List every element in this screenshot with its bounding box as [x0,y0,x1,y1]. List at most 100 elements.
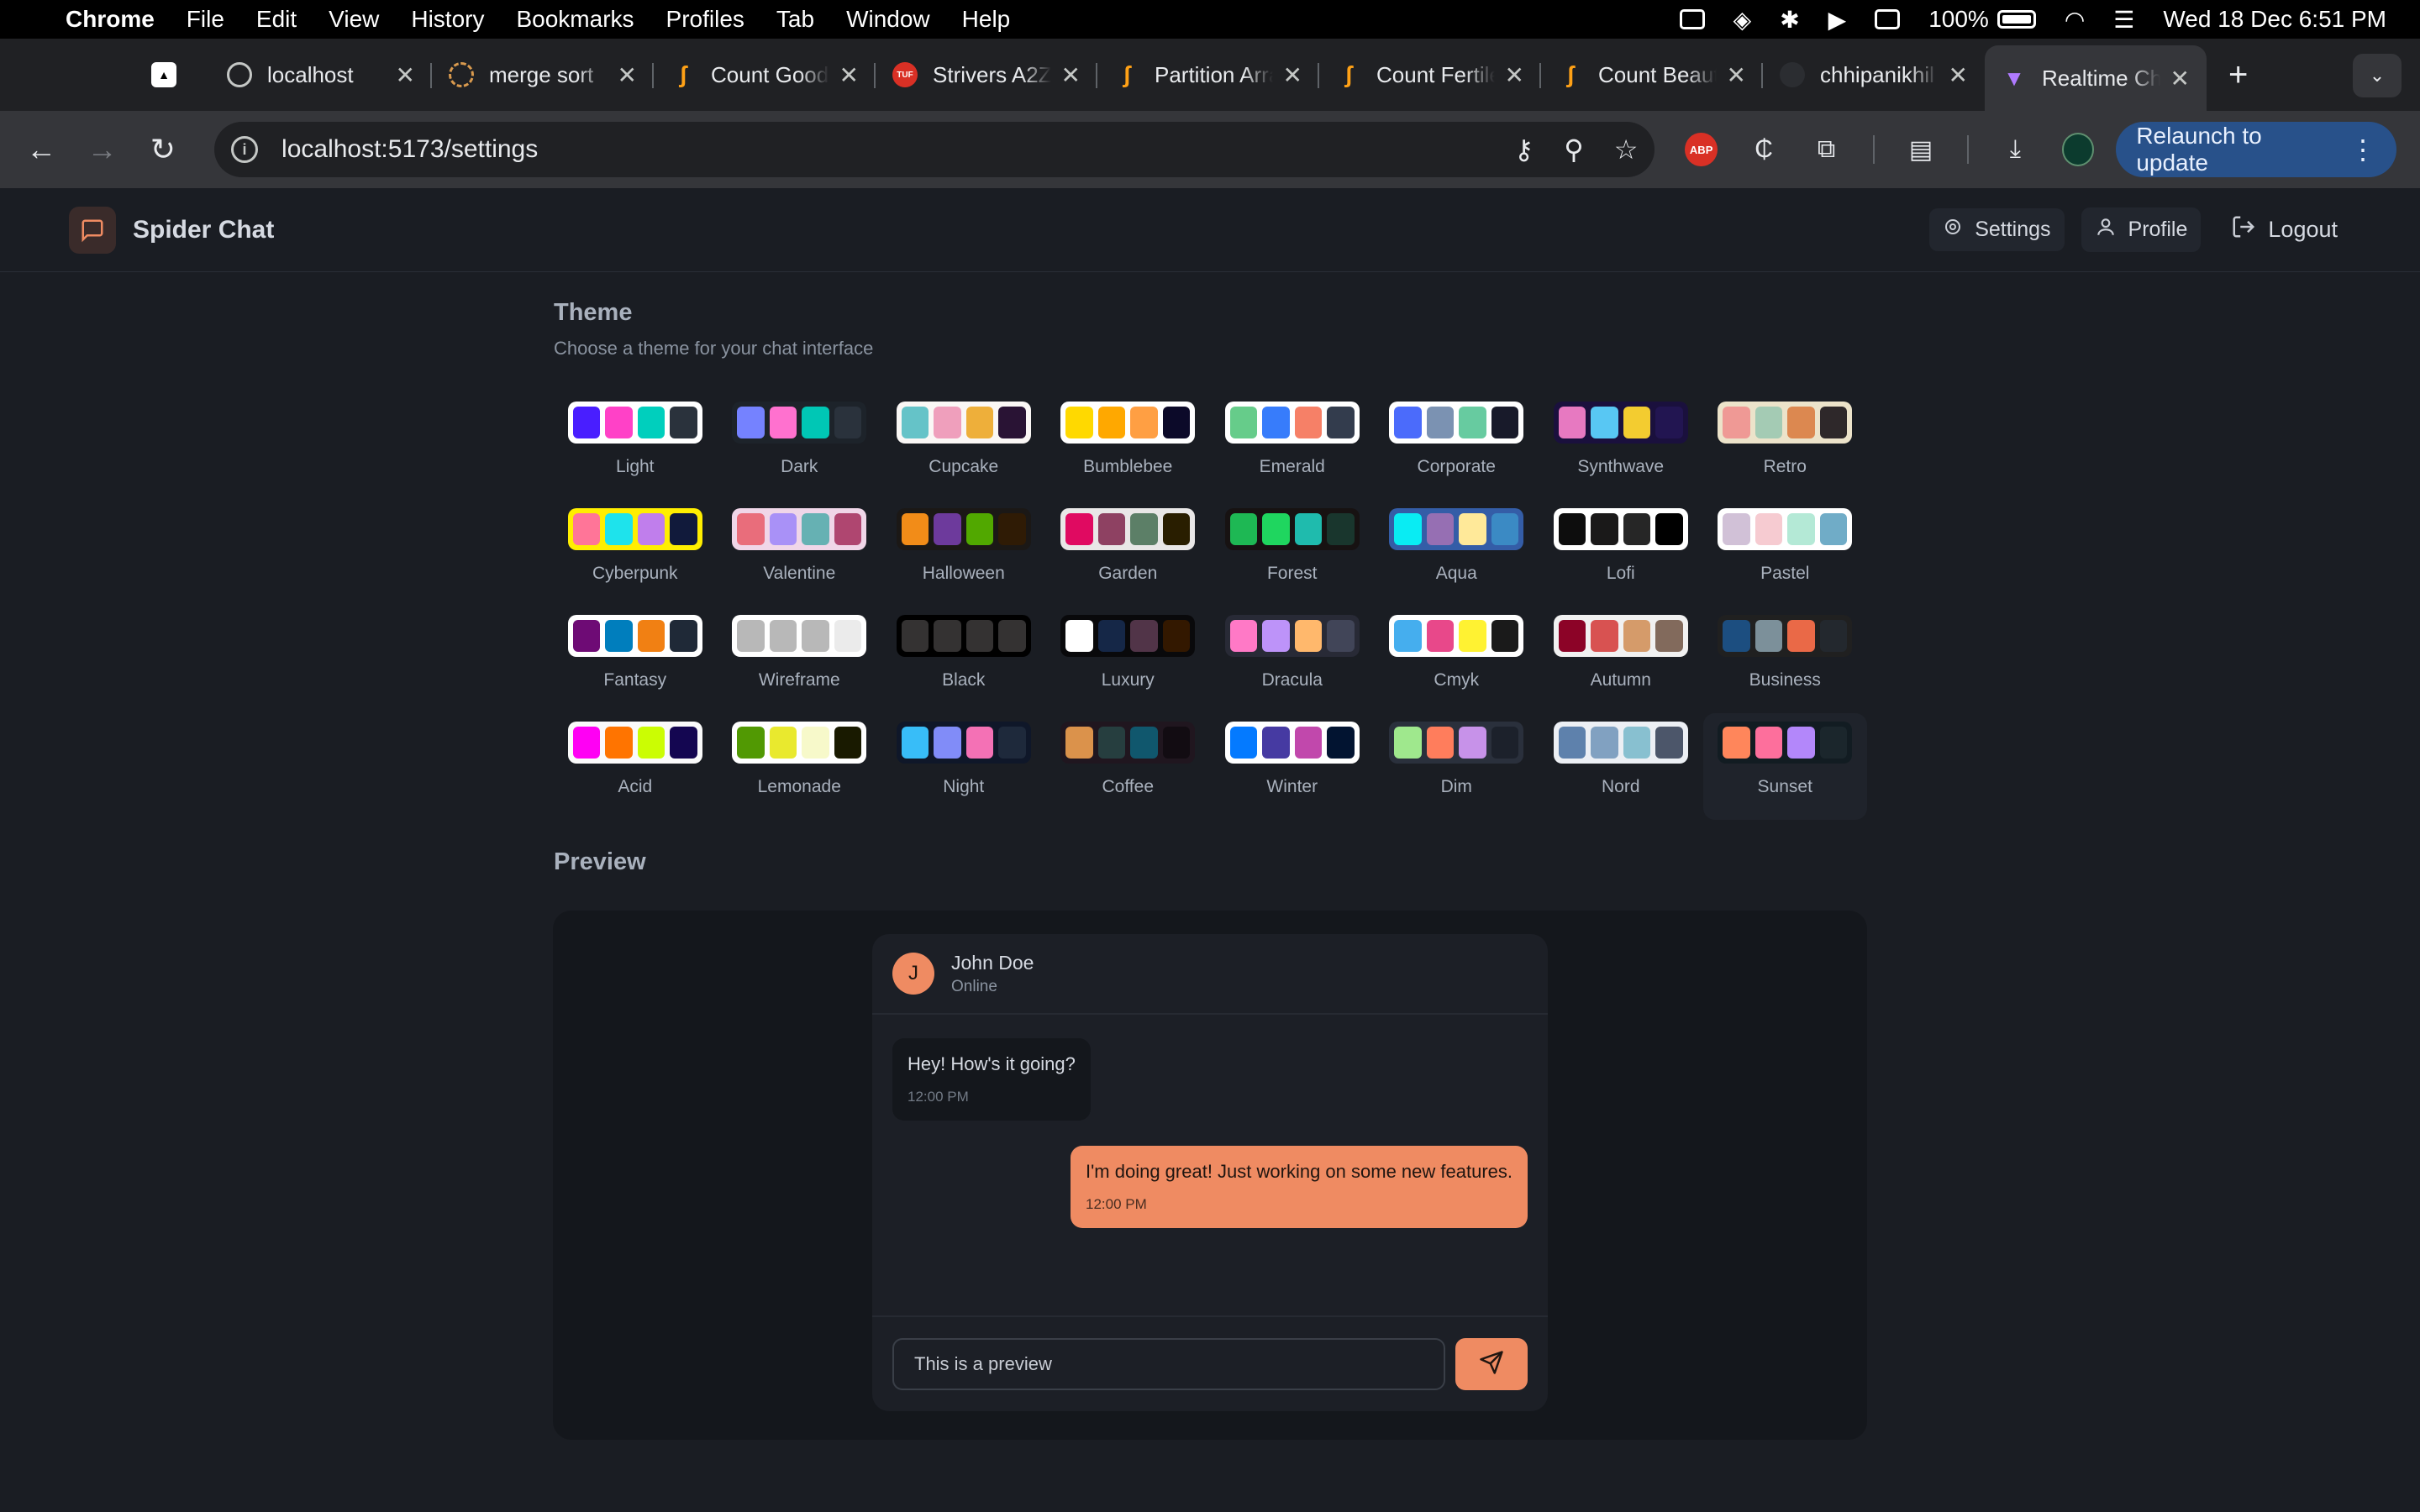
adblock-icon[interactable]: ABP [1685,133,1718,166]
layers-icon[interactable]: ◈ [1733,6,1752,34]
address-bar[interactable]: i localhost:5173/settings ⚷ ⚲ ☆ [214,122,1655,177]
theme-option-aqua[interactable]: Aqua [1375,500,1539,606]
theme-option-coffee[interactable]: Coffee [1046,713,1211,820]
theme-option-luxury[interactable]: Luxury [1046,606,1211,713]
menu-help[interactable]: Help [962,6,1011,33]
theme-option-halloween[interactable]: Halloween [881,500,1046,606]
theme-option-business[interactable]: Business [1703,606,1868,713]
browser-tab[interactable]: ʃ Partition Array ✕ [1097,45,1319,105]
screen-record-icon[interactable] [1679,9,1705,29]
tab-close-icon[interactable]: ✕ [618,61,637,89]
tab-search-icon[interactable]: ⌄ [2353,54,2402,97]
control-center-icon[interactable]: ☰ [2113,6,2134,34]
browser-tab-active[interactable]: ▼ Realtime Chat ✕ [1985,45,2207,111]
theme-option-cmyk[interactable]: Cmyk [1375,606,1539,713]
browser-tab[interactable]: ʃ Count Good ✕ [654,45,876,105]
theme-option-bumblebee[interactable]: Bumblebee [1046,393,1211,500]
relaunch-button[interactable]: Relaunch to update ⋮ [2116,122,2396,177]
extensions-puzzle-icon[interactable]: ⧉ [1810,133,1842,166]
password-key-icon[interactable]: ⚷ [1514,134,1534,165]
theme-option-cyberpunk[interactable]: Cyberpunk [553,500,718,606]
theme-option-dim[interactable]: Dim [1375,713,1539,820]
color-swatch [1459,407,1486,438]
theme-option-acid[interactable]: Acid [553,713,718,820]
tab-close-icon[interactable]: ✕ [396,61,415,89]
theme-option-pastel[interactable]: Pastel [1703,500,1868,606]
theme-option-valentine[interactable]: Valentine [718,500,882,606]
tab-close-icon[interactable]: ✕ [1949,61,1968,89]
extension-c-icon[interactable]: ₵ [1748,133,1780,166]
menu-view[interactable]: View [329,6,379,33]
menu-app-name[interactable]: Chrome [66,6,155,33]
theme-option-garden[interactable]: Garden [1046,500,1211,606]
address-url[interactable]: localhost:5173/settings [281,135,1484,164]
menu-bookmarks[interactable]: Bookmarks [516,6,634,33]
theme-option-forest[interactable]: Forest [1210,500,1375,606]
bluetooth-icon[interactable]: ✱ [1780,6,1799,34]
menu-profiles[interactable]: Profiles [666,6,744,33]
menu-window[interactable]: Window [846,6,930,33]
reading-list-icon[interactable]: ▤ [1905,133,1937,166]
profile-avatar[interactable] [2061,133,2095,166]
back-icon[interactable]: ← [24,131,59,168]
theme-option-retro[interactable]: Retro [1703,393,1868,500]
more-vert-icon[interactable]: ⋮ [2349,134,2376,165]
theme-option-dracula[interactable]: Dracula [1210,606,1375,713]
message-input[interactable]: This is a preview [892,1338,1446,1390]
logout-button[interactable]: Logout [2217,206,2351,254]
menu-tab[interactable]: Tab [776,6,814,33]
profile-button[interactable]: Profile [2081,207,2202,252]
theme-option-cupcake[interactable]: Cupcake [881,393,1046,500]
tab-close-icon[interactable]: ✕ [1727,61,1746,89]
theme-option-nord[interactable]: Nord [1539,713,1703,820]
menu-clock[interactable]: Wed 18 Dec 6:51 PM [2163,6,2386,33]
reload-icon[interactable]: ↻ [145,131,181,168]
theme-option-fantasy[interactable]: Fantasy [553,606,718,713]
browser-tab[interactable]: localhost ✕ [210,45,432,105]
theme-option-corporate[interactable]: Corporate [1375,393,1539,500]
app-title[interactable]: Spider Chat [133,216,274,244]
theme-option-lemonade[interactable]: Lemonade [718,713,882,820]
theme-swatch [1060,508,1196,550]
bookmark-star-icon[interactable]: ☆ [1614,134,1639,165]
menu-edit[interactable]: Edit [256,6,297,33]
theme-option-night[interactable]: Night [881,713,1046,820]
chat-logo-icon[interactable] [69,206,116,254]
tab-pinned[interactable]: ▲ [134,45,210,105]
tab-close-icon[interactable]: ✕ [1505,61,1524,89]
new-tab-icon[interactable]: + [2228,56,2248,94]
browser-tab[interactable]: ʃ Count Fertile ✕ [1319,45,1541,105]
theme-option-sunset[interactable]: Sunset [1702,713,1867,820]
browser-tab[interactable]: ʃ Count Beautiful ✕ [1541,45,1763,105]
browser-tab[interactable]: merge sort ✕ [432,45,654,105]
theme-option-black[interactable]: Black [881,606,1046,713]
theme-option-emerald[interactable]: Emerald [1210,393,1375,500]
color-swatch [1787,513,1815,545]
theme-option-winter[interactable]: Winter [1210,713,1375,820]
forward-icon[interactable]: → [84,131,119,168]
tab-close-icon[interactable]: ✕ [1061,61,1081,89]
theme-swatch [1224,615,1360,657]
display-icon[interactable] [1875,9,1901,29]
settings-button[interactable]: Settings [1929,208,2065,251]
send-button[interactable] [1455,1338,1528,1390]
zoom-icon[interactable]: ⚲ [1564,134,1583,165]
theme-option-dark[interactable]: Dark [718,393,882,500]
tab-close-icon[interactable]: ✕ [2170,65,2190,92]
browser-tab[interactable]: TUF Strivers A2Z ✕ [876,45,1097,105]
menu-history[interactable]: History [411,6,484,33]
play-icon[interactable]: ▶ [1828,6,1847,34]
menu-file[interactable]: File [187,6,224,33]
browser-tab[interactable]: chhipanikhil ✕ [1763,45,1985,105]
site-info-icon[interactable]: i [231,136,259,163]
tab-close-icon[interactable]: ✕ [1283,61,1302,89]
tab-close-icon[interactable]: ✕ [839,61,859,89]
battery-status[interactable]: 100% [1928,6,2036,33]
theme-option-wireframe[interactable]: Wireframe [718,606,882,713]
download-icon[interactable]: ⤓ [1999,133,2031,166]
theme-option-synthwave[interactable]: Synthwave [1539,393,1703,500]
theme-option-light[interactable]: Light [553,393,718,500]
wifi-icon[interactable]: ◠ [2065,6,2085,34]
theme-option-autumn[interactable]: Autumn [1539,606,1703,713]
theme-option-lofi[interactable]: Lofi [1539,500,1703,606]
